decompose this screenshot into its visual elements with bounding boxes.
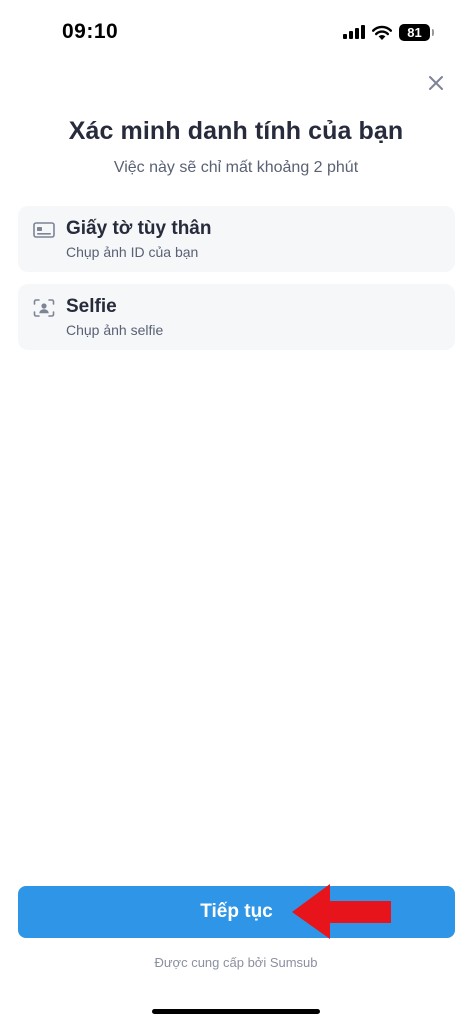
step-description: Chụp ảnh ID của bạn [66,244,199,260]
step-title: Selfie [66,296,117,317]
status-time: 09:10 [62,20,119,43]
wifi-icon [372,25,392,40]
status-icons: 81 [343,22,434,42]
close-button[interactable] [424,71,448,95]
face-scan-icon [33,299,55,317]
step-title: Giấy tờ tùy thân [66,218,212,239]
status-bar: 09:10 81 [0,0,472,64]
battery-level: 81 [407,24,422,40]
close-icon [429,76,443,90]
page-subtitle: Việc này sẽ chỉ mất khoảng 2 phút [113,159,359,176]
verification-screen: 09:10 81 Xác minh danh tính của bạn Việc… [0,0,472,1024]
home-indicator[interactable] [152,1009,320,1014]
id-card-icon [33,222,55,238]
cellular-signal-icon [343,25,365,39]
page-title: Xác minh danh tính của bạn [68,117,404,145]
battery-tip [432,28,434,36]
step-selfie[interactable]: Selfie Chụp ảnh selfie [18,284,455,350]
red-arrow-icon [292,884,391,939]
battery-icon: 81 [399,23,434,41]
continue-label: Tiếp tục [200,901,273,922]
powered-by-text: Được cung cấp bởi Sumsub [154,955,318,970]
step-id-document[interactable]: Giấy tờ tùy thân Chụp ảnh ID của bạn [18,206,455,272]
step-description: Chụp ảnh selfie [66,322,164,338]
